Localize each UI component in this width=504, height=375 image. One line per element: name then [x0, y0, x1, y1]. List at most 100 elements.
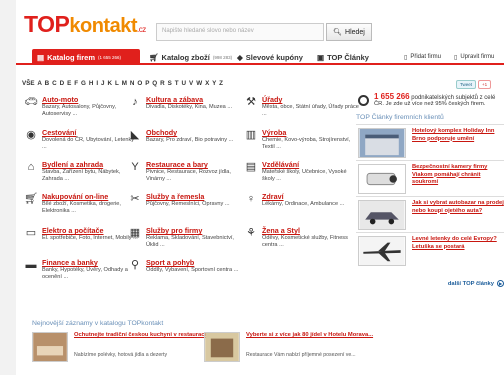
newest-title[interactable]: Ochutnejte tradiční českou kuchyni v res… — [74, 332, 214, 339]
social-buttons: Tweet +1 — [456, 80, 492, 89]
category-description: Oddíly, Vybavení, Sportovní centra ... — [146, 267, 239, 273]
document-icon: ▯ — [404, 54, 408, 61]
sidebar: Tweet +1 1 655 266 podnikatelských subje… — [356, 80, 504, 320]
article-title[interactable]: Levné letenky do celé Evropy? Letuška se… — [412, 236, 504, 251]
category-title[interactable]: Kultura a zábava — [146, 95, 203, 104]
category-description: Pivnice, Restaurace, Rozvoz jídla, Vinár… — [146, 169, 231, 182]
music-icon: ♪︎ — [132, 96, 138, 108]
category-title[interactable]: Elektro a počítače — [42, 226, 104, 235]
edit-company-label: Upravit firmu — [460, 54, 495, 60]
search-icon: 🔍︎ — [333, 29, 343, 36]
article-item[interactable]: Jak si vybrat autobazar na prodej nebo k… — [356, 196, 504, 230]
plus-one-button[interactable]: +1 — [478, 80, 492, 89]
search-button-label: Hledej — [345, 28, 365, 36]
category-description: Mateřské školy, Učebnice, Vysoké školy .… — [262, 169, 347, 182]
article-title[interactable]: Hotelový komplex Holiday Inn Brno podpor… — [412, 128, 504, 143]
category-description: Chemie, Kovo-výroba, Strojírenství, Text… — [262, 137, 351, 150]
building-icon: ▤ — [37, 52, 45, 62]
article-item[interactable]: Levné letenky do celé Evropy? Letuška se… — [356, 232, 504, 266]
tab-label: TOP Články — [327, 52, 369, 62]
category-title[interactable]: Nakupování on-line — [42, 192, 108, 201]
category-description: Bazary, Autosalony, Půjčovny, Autoservis… — [42, 104, 116, 117]
tab-label: Slevové kupóny — [245, 52, 303, 62]
newest-subtitle: Nabízíme polévky, hotová jídla a dezerty — [74, 352, 168, 358]
money-icon: ▬︎ — [25, 259, 37, 271]
target-icon — [358, 95, 369, 106]
add-company-label: Přidat firmu — [410, 54, 441, 60]
category-description: Stavba, Zařízení bytu, Nábytek, Zahrada … — [42, 169, 121, 182]
logo-cz: .cz — [137, 25, 146, 34]
tab-count: (998 283) — [212, 54, 233, 60]
cart-icon: 🛒︎ — [149, 52, 159, 62]
logo-kontakt: kontakt — [69, 15, 137, 37]
category-description: Dovolená do ČR, Ubytování, Letenky ... — [42, 137, 135, 150]
tab-slevove-kupony[interactable]: ◆ Slevové kupóny — [232, 49, 308, 65]
category-description: Města, obce, Státní úřady, Úřady práce .… — [262, 104, 359, 117]
category-title[interactable]: Služby pro firmy — [146, 226, 202, 235]
cocktail-icon: Y︎ — [131, 161, 139, 173]
category-description: Půjčovny, Řemeslníci, Opravny ... — [146, 201, 230, 207]
tag-icon: ◣︎ — [130, 129, 140, 141]
category-title[interactable]: Cestování — [42, 128, 76, 137]
category-description: El. spotřebiče, Foto, Internet, Mobily .… — [42, 235, 138, 241]
tab-katalog-firem[interactable]: ▤ Katalog firem (1 655 266) — [32, 49, 140, 65]
category-description: Divadla, Diskotéky, Kina, Muzea ... — [146, 104, 233, 110]
category-title[interactable]: Restaurace a bary — [146, 160, 208, 169]
article-title[interactable]: Jak si vybrat autobazar na prodej nebo k… — [412, 200, 504, 215]
tab-label: Katalog firem — [47, 52, 96, 62]
category-title[interactable]: Bydlení a zahrada — [42, 160, 103, 169]
category-title[interactable]: Obchody — [146, 128, 177, 137]
newest-subtitle: Restaurace Vám nabízí příjemné posezení … — [246, 352, 356, 358]
car-thumbnail — [358, 200, 406, 230]
article-title[interactable]: Bezpečnostní kamery firmy Viakom pomáhaj… — [412, 164, 504, 187]
tab-katalog-zbozi[interactable]: 🛒︎ Katalog zboží (998 283) — [144, 49, 237, 65]
hotel-thumbnail — [204, 332, 240, 362]
logo[interactable]: TOPkontakt.cz — [24, 12, 146, 42]
search-input[interactable]: Napište hledané slovo nebo název — [156, 23, 324, 41]
category-description: Lékárny, Ordinace, Ambulance ... — [262, 201, 345, 207]
category-title[interactable]: Výroba — [262, 128, 286, 137]
coupon-icon: ◆ — [237, 52, 243, 62]
health-icon: ♀︎ — [246, 193, 256, 205]
category-description: Oděvy, Kosmetické služby, Fitness centra… — [262, 235, 348, 248]
header: TOPkontakt.cz Napište hledané slovo nebo… — [16, 0, 504, 48]
arrow-right-icon: ▶ — [497, 280, 504, 287]
hotel-thumbnail — [358, 128, 406, 158]
all-articles-link[interactable]: další TOP články ▶ — [448, 280, 504, 287]
search-button[interactable]: 🔍︎ Hledej — [326, 23, 372, 41]
page: TOPkontakt.cz Napište hledané slovo nebo… — [16, 0, 504, 375]
camera-thumbnail — [358, 164, 406, 194]
globe-icon: ◉︎ — [26, 129, 36, 141]
tab-label: Katalog zboží — [161, 52, 210, 62]
category-description: Reklama, Skladování, Stavebnictví, Úklid… — [146, 235, 234, 248]
cart-icon: 🛒︎ — [24, 193, 38, 205]
stats-text-2: ČR. Je zde už více než 95% českých firem… — [374, 101, 486, 107]
newest-title[interactable]: Vyberte si z více jak 80 jídel v Hotelu … — [246, 332, 386, 339]
category-title[interactable]: Sport a pohyb — [146, 258, 194, 267]
gavel-icon: ⚒︎ — [246, 96, 256, 108]
category-title[interactable]: Služby a řemesla — [146, 192, 204, 201]
tab-top-clanky[interactable]: ▣ TOP Články — [312, 49, 374, 65]
stats-count: 1 655 266 — [374, 92, 410, 101]
newest-heading: Nejnovější záznamy v katalogu TOPkontakt — [32, 320, 164, 327]
alphabet-filter[interactable]: VŠE A B C D E F G H I J K L M N O P Q R … — [22, 80, 223, 87]
add-company-link[interactable]: ▯ Přidat firmu — [404, 49, 441, 65]
bike-icon: ⚲︎ — [130, 259, 140, 271]
edit-icon: ▯ — [454, 54, 458, 61]
category-title[interactable]: Zdraví — [262, 192, 284, 201]
article-item[interactable]: Hotelový komplex Holiday Inn Brno podpor… — [356, 124, 504, 158]
book-icon: ▤︎ — [245, 161, 257, 173]
tab-count: (1 655 266) — [98, 54, 122, 60]
category-title[interactable]: Finance a banky — [42, 258, 98, 267]
category-title[interactable]: Úřady — [262, 95, 282, 104]
building-icon: ▦︎ — [129, 227, 141, 239]
edit-company-link[interactable]: ▯ Upravit firmu — [454, 49, 494, 65]
restaurant-thumbnail — [32, 332, 68, 362]
category-description: Bílé zboží, Kosmetika, drogerie, Elektro… — [42, 201, 121, 214]
category-title[interactable]: Auto-moto — [42, 95, 78, 104]
article-item[interactable]: Bezpečnostní kamery firmy Viakom pomáhaj… — [356, 160, 504, 194]
category-title[interactable]: Vzdělávání — [262, 160, 299, 169]
tweet-button[interactable]: Tweet — [456, 80, 477, 89]
car-icon: 🚗︎ — [24, 96, 38, 108]
category-title[interactable]: Žena a Styl — [262, 226, 300, 235]
